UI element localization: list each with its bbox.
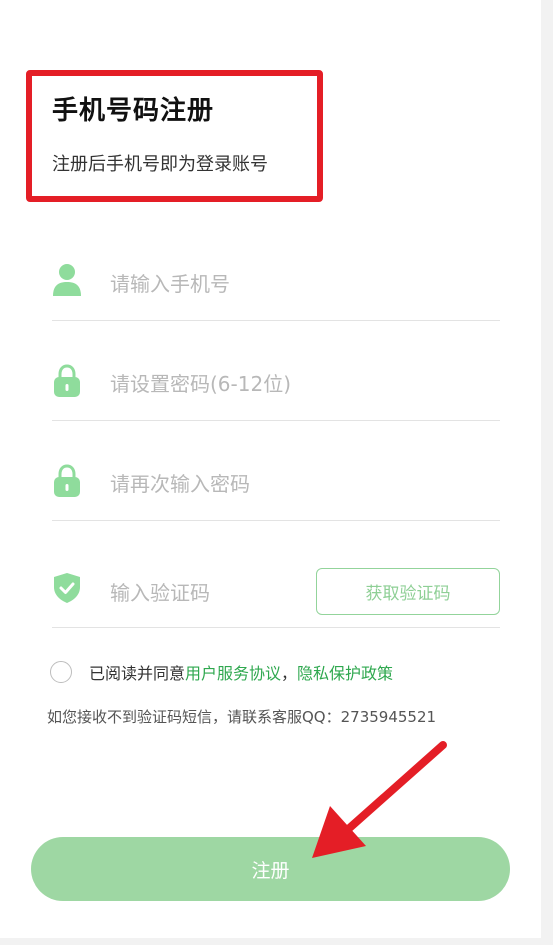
phone-field[interactable]: 请输入手机号 xyxy=(52,221,500,321)
confirm-password-field[interactable]: 请再次输入密码 xyxy=(52,421,500,521)
agreement-prefix: 已阅读并同意 xyxy=(89,664,186,683)
lock-icon xyxy=(52,364,82,398)
privacy-policy-link[interactable]: 隐私保护政策 xyxy=(297,660,393,684)
register-page: 手机号码注册 注册后手机号即为登录账号 请输入手机号 请设置密码(6-12位) xyxy=(0,0,553,945)
get-code-button[interactable]: 获取验证码 xyxy=(316,568,500,615)
confirm-password-input[interactable]: 请再次输入密码 xyxy=(110,468,250,497)
password-input[interactable]: 请设置密码(6-12位) xyxy=(110,368,291,397)
user-icon xyxy=(52,263,82,297)
password-field[interactable]: 请设置密码(6-12位) xyxy=(52,321,500,421)
lock-icon xyxy=(52,464,82,498)
phone-input[interactable]: 请输入手机号 xyxy=(110,268,230,297)
shield-check-icon xyxy=(52,571,82,605)
page-title: 手机号码注册 xyxy=(52,96,215,126)
agreement-radio[interactable] xyxy=(50,661,72,683)
register-button[interactable]: 注册 xyxy=(31,837,510,901)
contact-note: 如您接收不到验证码短信，请联系客服QQ：2735945521 xyxy=(47,708,437,726)
verification-code-input[interactable]: 输入验证码 xyxy=(110,577,210,606)
screen-edge-right xyxy=(541,0,553,945)
page-subtitle: 注册后手机号即为登录账号 xyxy=(52,154,268,175)
agreement-row: 已阅读并同意 用户服务协议 ， 隐私保护政策 xyxy=(50,660,393,684)
screen-edge-bottom xyxy=(0,938,553,945)
user-agreement-link[interactable]: 用户服务协议 xyxy=(185,660,281,684)
agreement-separator: ， xyxy=(281,664,298,683)
